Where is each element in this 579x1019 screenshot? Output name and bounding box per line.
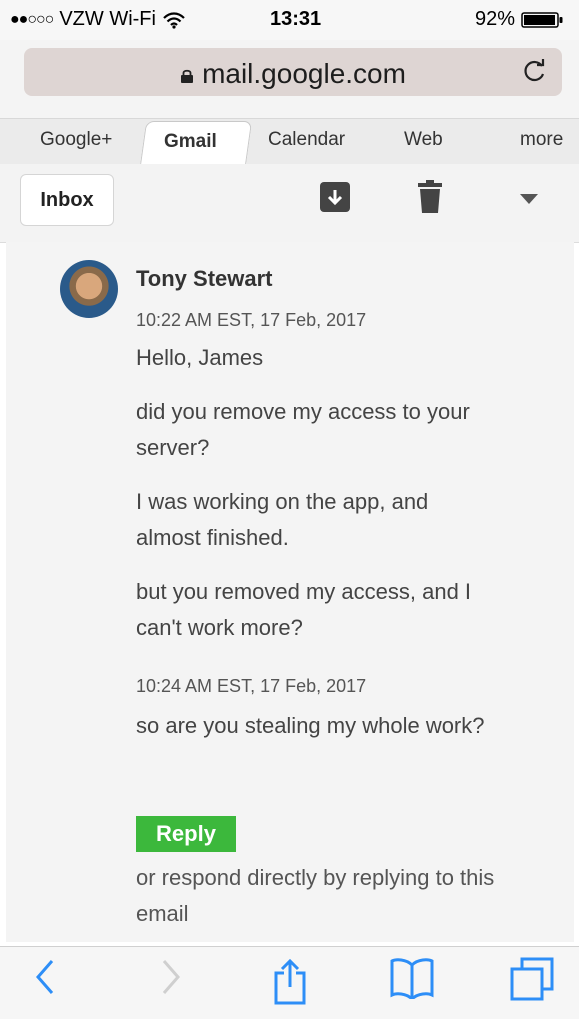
tab-more[interactable]: more	[520, 129, 563, 151]
tab-google-plus[interactable]: Google+	[40, 129, 112, 151]
url-field[interactable]: mail.google.com	[24, 48, 562, 96]
url-text: mail.google.com	[202, 58, 406, 89]
avatar	[60, 260, 118, 318]
safari-bottom-toolbar	[0, 946, 579, 1019]
status-time: 13:31	[270, 8, 322, 30]
dropdown-icon[interactable]	[520, 194, 538, 204]
tab-web[interactable]: Web	[404, 129, 443, 151]
sender-name: Tony Stewart	[136, 266, 273, 291]
message-timestamp: 10:24 AM EST, 17 Feb, 2017	[136, 676, 367, 696]
back-icon[interactable]	[34, 957, 58, 997]
wifi-icon	[163, 11, 185, 29]
message-greeting: Hello, James	[136, 345, 264, 370]
status-right: 92%	[475, 8, 565, 31]
message-paragraph: I was working on the app, and almost fin…	[136, 489, 429, 550]
reply-note: or respond directly by replying to this …	[136, 865, 495, 926]
email-message: Tony Stewart 10:22 AM EST, 17 Feb, 2017 …	[6, 242, 574, 942]
gmail-app-tabs: Google+ Gmail Calendar Web more	[0, 118, 579, 166]
url-display[interactable]: mail.google.com	[24, 58, 562, 90]
reply-button[interactable]: Reply	[136, 816, 236, 852]
inbox-button[interactable]: Inbox	[20, 174, 114, 226]
bookmarks-icon[interactable]	[388, 957, 436, 999]
archive-icon[interactable]	[318, 180, 352, 214]
status-bar: ●●○○○ VZW Wi-Fi 13:31 92%	[0, 0, 579, 40]
battery-percent: 92%	[474, 8, 515, 30]
message-paragraph: did you remove my access to your server?	[136, 399, 470, 460]
browser-address-bar: mail.google.com	[0, 40, 579, 118]
trash-icon[interactable]	[416, 180, 444, 214]
message-paragraph: but you removed my access, and I can't w…	[136, 579, 472, 640]
reload-icon[interactable]	[522, 58, 548, 84]
mail-toolbar: Inbox	[0, 164, 579, 243]
email-content: Tony Stewart 10:22 AM EST, 17 Feb, 2017 …	[6, 242, 574, 942]
message-paragraph: so are you stealing my whole work?	[136, 713, 485, 738]
battery-icon	[521, 11, 563, 28]
tab-gmail[interactable]: Gmail	[164, 131, 217, 153]
message-timestamp: 10:22 AM EST, 17 Feb, 2017	[136, 310, 367, 330]
tab-calendar[interactable]: Calendar	[268, 129, 345, 151]
tabs-icon[interactable]	[508, 957, 556, 1003]
lock-icon	[181, 69, 194, 83]
carrier-label: VZW Wi-Fi	[59, 8, 156, 30]
share-icon[interactable]	[270, 957, 310, 1007]
signal-dots: ●●○○○	[10, 10, 54, 28]
status-left: ●●○○○ VZW Wi-Fi	[10, 8, 186, 31]
forward-icon[interactable]	[158, 957, 182, 997]
